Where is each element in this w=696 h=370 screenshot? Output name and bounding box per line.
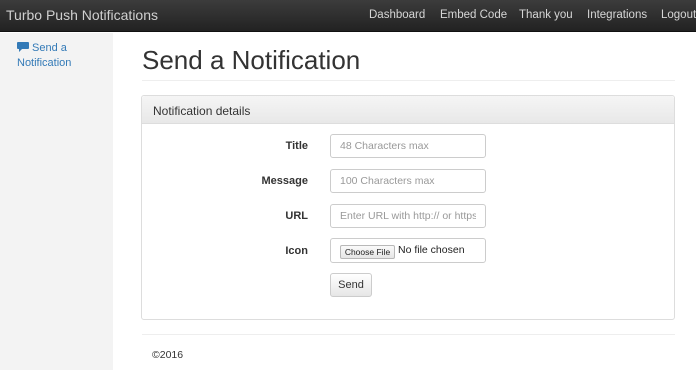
icon-label: Icon bbox=[285, 245, 308, 257]
title-input[interactable] bbox=[330, 134, 486, 158]
footer-divider bbox=[142, 334, 675, 335]
top-nav: Dashboard Embed Code Thank you Integrati… bbox=[0, 9, 696, 25]
url-input[interactable] bbox=[330, 204, 486, 228]
icon-file-input[interactable]: Choose File No file chosen bbox=[330, 238, 486, 263]
nav-integrations[interactable]: Integrations bbox=[587, 9, 647, 21]
file-status-text: No file chosen bbox=[398, 244, 465, 256]
choose-file-button[interactable]: Choose File bbox=[340, 245, 395, 259]
nav-dashboard[interactable]: Dashboard bbox=[369, 9, 425, 21]
send-button[interactable]: Send bbox=[330, 273, 372, 297]
top-navbar: Turbo Push Notifications Dashboard Embed… bbox=[0, 0, 696, 32]
url-label: URL bbox=[285, 210, 308, 222]
message-input[interactable] bbox=[330, 169, 486, 193]
nav-logout[interactable]: Logout bbox=[661, 9, 696, 21]
panel-heading-label: Notification details bbox=[153, 104, 251, 118]
title-divider bbox=[142, 80, 675, 81]
message-label: Message bbox=[261, 175, 308, 187]
footer-copyright: ©2016 bbox=[152, 349, 184, 361]
chat-bubble-icon bbox=[17, 42, 29, 52]
sidebar-item-send-notification[interactable]: Send a Notification bbox=[17, 41, 107, 71]
sidebar: Send a Notification bbox=[0, 33, 113, 370]
panel-heading: Notification details bbox=[142, 96, 674, 124]
title-label: Title bbox=[285, 140, 308, 152]
nav-embed-code[interactable]: Embed Code bbox=[440, 9, 507, 21]
nav-thank-you[interactable]: Thank you bbox=[519, 9, 573, 21]
page-title: Send a Notification bbox=[142, 45, 361, 75]
